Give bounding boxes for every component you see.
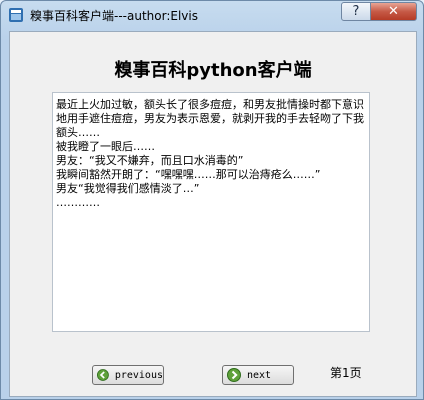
app-window: 糗事百科客户端---author:Elvis ? ✕ 糗事百科python客户端…: [0, 0, 424, 400]
app-icon: [9, 8, 23, 22]
joke-content: 最近上火加过敏，额头长了很多痘痘，和男友批情操时都下意识地用手遮住痘痘，男友为表…: [56, 98, 364, 209]
arrow-right-icon: [227, 368, 241, 382]
close-button[interactable]: ✕: [370, 2, 417, 21]
next-button-label: next: [247, 369, 272, 381]
help-icon: ?: [352, 4, 360, 19]
page-title: 糗事百科python客户端: [114, 60, 312, 81]
next-button[interactable]: next: [222, 365, 294, 385]
help-button[interactable]: ?: [341, 2, 371, 21]
close-icon: ✕: [388, 4, 399, 19]
title-bar[interactable]: 糗事百科客户端---author:Elvis ? ✕: [1, 1, 423, 31]
window-title: 糗事百科客户端---author:Elvis: [30, 9, 198, 23]
page-indicator: 第1页: [330, 366, 362, 380]
joke-text-area[interactable]: 最近上火加过敏，额头长了很多痘痘，和男友批情操时都下意识地用手遮住痘痘，男友为表…: [52, 92, 370, 332]
client-area: 糗事百科python客户端 最近上火加过敏，额头长了很多痘痘，和男友批情操时都下…: [9, 31, 417, 397]
previous-button-label: previous: [114, 369, 163, 381]
previous-button[interactable]: previous: [92, 365, 164, 385]
arrow-left-icon: [97, 369, 109, 381]
